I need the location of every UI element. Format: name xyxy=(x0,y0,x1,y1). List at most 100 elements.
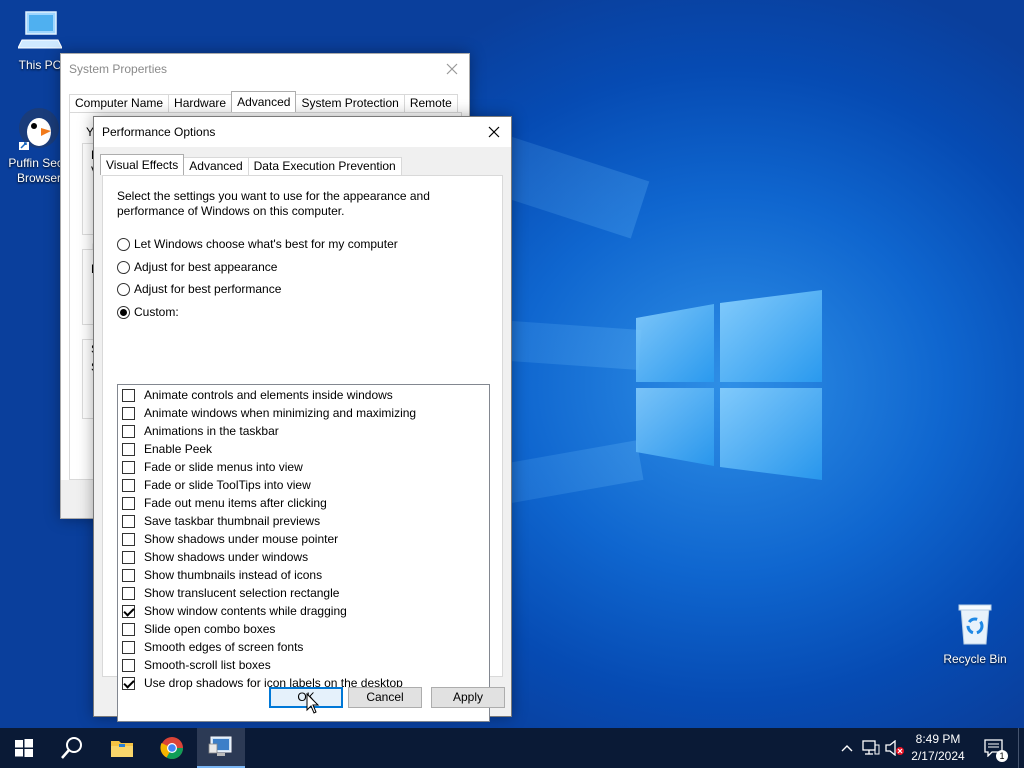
effects-list[interactable]: Animate controls and elements inside win… xyxy=(117,384,490,722)
tab-visual-effects[interactable]: Visual Effects xyxy=(100,154,185,175)
radio-button[interactable] xyxy=(117,282,130,296)
mouse-pointer-icon xyxy=(306,693,320,714)
show-desktop-button[interactable] xyxy=(1018,728,1024,768)
effect-label: Save taskbar thumbnail previews xyxy=(144,514,321,528)
cancel-button[interactable]: Cancel xyxy=(348,687,422,708)
tab-data-execution-prevention[interactable]: Data Execution Prevention xyxy=(247,157,402,175)
volume-button[interactable] xyxy=(884,728,906,768)
effect-label: Show shadows under mouse pointer xyxy=(144,532,339,546)
taskbar: 8:49 PM 2/17/2024 1 xyxy=(0,728,1024,768)
effect-label: Show window contents while dragging xyxy=(144,604,347,618)
action-center-button[interactable]: 1 xyxy=(980,728,1008,768)
effect-item[interactable]: Fade or slide menus into view xyxy=(122,458,303,476)
checkbox[interactable] xyxy=(122,442,135,456)
tab-advanced[interactable]: Advanced xyxy=(231,91,297,112)
radio-button[interactable] xyxy=(117,237,130,251)
radio-best-performance[interactable]: Adjust for best performance xyxy=(117,281,281,297)
title-bar[interactable]: System Properties xyxy=(61,54,469,84)
checkbox[interactable] xyxy=(122,586,135,600)
effect-label: Fade out menu items after clicking xyxy=(144,496,327,510)
clock[interactable]: 8:49 PM 2/17/2024 xyxy=(905,731,971,765)
effect-item[interactable]: Show shadows under mouse pointer xyxy=(122,530,338,548)
tab-advanced[interactable]: Advanced xyxy=(183,157,249,175)
recycle-bin-icon xyxy=(958,604,992,645)
effect-item[interactable]: Enable Peek xyxy=(122,440,212,458)
effect-label: Slide open combo boxes xyxy=(144,622,276,636)
visual-effects-panel: Select the settings you want to use for … xyxy=(102,175,503,722)
effect-label: Show shadows under windows xyxy=(144,550,309,564)
search-button[interactable] xyxy=(48,728,96,768)
effect-label: Smooth edges of screen fonts xyxy=(144,640,304,654)
performance-options-window[interactable]: Performance Options Visual Effects Advan… xyxy=(93,116,512,722)
radio-label: Let Windows choose what's best for my co… xyxy=(134,237,398,251)
radio-best-appearance[interactable]: Adjust for best appearance xyxy=(117,259,277,275)
clock-time: 8:49 PM xyxy=(915,732,961,746)
effect-item[interactable]: Fade or slide ToolTips into view xyxy=(122,476,311,494)
checkbox[interactable] xyxy=(122,622,135,636)
effect-item[interactable]: Animate controls and elements inside win… xyxy=(122,386,393,404)
checkbox[interactable] xyxy=(122,424,135,438)
checkbox[interactable] xyxy=(122,496,135,510)
radio-button[interactable] xyxy=(117,260,130,274)
close-button[interactable] xyxy=(477,117,511,147)
taskbar-chrome[interactable] xyxy=(148,728,196,768)
search-icon xyxy=(61,737,82,759)
effect-label: Fade or slide menus into view xyxy=(144,460,303,474)
checkbox[interactable] xyxy=(122,604,135,618)
effect-item[interactable]: Fade out menu items after clicking xyxy=(122,494,327,512)
puffin-browser-icon xyxy=(19,108,59,150)
start-button[interactable] xyxy=(0,728,48,768)
window-title: System Properties xyxy=(69,62,168,76)
apply-button[interactable]: Apply xyxy=(431,687,505,708)
effect-item[interactable]: Show shadows under windows xyxy=(122,548,308,566)
checkbox[interactable] xyxy=(122,658,135,672)
checkbox[interactable] xyxy=(122,568,135,582)
radio-label: Adjust for best appearance xyxy=(134,260,278,274)
chrome-icon xyxy=(160,737,183,759)
checkbox[interactable] xyxy=(122,460,135,474)
checkbox[interactable] xyxy=(122,550,135,564)
volume-muted-icon xyxy=(885,740,904,756)
checkbox[interactable] xyxy=(122,388,135,402)
tab-strip: Visual Effects Advanced Data Execution P… xyxy=(100,154,402,175)
tab-remote[interactable]: Remote xyxy=(403,94,458,112)
effect-item[interactable]: Show window contents while dragging xyxy=(122,602,347,620)
radio-label: Adjust for best performance xyxy=(134,282,282,296)
effect-item[interactable]: Animate windows when minimizing and maxi… xyxy=(122,404,416,422)
checkbox[interactable] xyxy=(122,532,135,546)
effect-item[interactable]: Show thumbnails instead of icons xyxy=(122,566,322,584)
effect-item[interactable]: Smooth edges of screen fonts xyxy=(122,638,303,656)
checkbox[interactable] xyxy=(122,676,135,690)
effect-label: Animations in the taskbar xyxy=(144,424,279,438)
tab-computer-name[interactable]: Computer Name xyxy=(69,94,170,112)
effect-label: Animate windows when minimizing and maxi… xyxy=(144,406,417,420)
checkbox[interactable] xyxy=(122,406,135,420)
desktop-background: This PC Puffin Secu Browser Recycle Bin … xyxy=(0,0,1024,728)
radio-button[interactable] xyxy=(117,305,130,319)
tab-hardware[interactable]: Hardware xyxy=(168,94,233,112)
checkbox[interactable] xyxy=(122,478,135,492)
chevron-up-icon xyxy=(841,745,853,752)
taskbar-system-properties[interactable] xyxy=(197,728,245,768)
effect-item[interactable]: Save taskbar thumbnail previews xyxy=(122,512,320,530)
radio-custom[interactable]: Custom: xyxy=(117,304,179,320)
effect-item[interactable]: Show translucent selection rectangle xyxy=(122,584,339,602)
checkbox[interactable] xyxy=(122,640,135,654)
title-bar[interactable]: Performance Options xyxy=(94,117,511,147)
desktop-icon-recycle-bin[interactable]: Recycle Bin xyxy=(935,602,1015,667)
effect-item[interactable]: Animations in the taskbar xyxy=(122,422,279,440)
effect-item[interactable]: Slide open combo boxes xyxy=(122,620,275,638)
show-hidden-icons-button[interactable] xyxy=(838,728,856,768)
checkbox[interactable] xyxy=(122,514,135,528)
window-title: Performance Options xyxy=(102,125,216,139)
close-button[interactable] xyxy=(435,54,469,84)
effect-item[interactable]: Smooth-scroll list boxes xyxy=(122,656,271,674)
radio-let-windows-choose[interactable]: Let Windows choose what's best for my co… xyxy=(117,236,398,252)
tab-system-protection[interactable]: System Protection xyxy=(295,94,405,112)
close-icon xyxy=(488,126,500,138)
network-button[interactable] xyxy=(860,728,882,768)
effect-label: Enable Peek xyxy=(144,442,213,456)
radio-label: Custom: xyxy=(134,305,179,319)
clock-date: 2/17/2024 xyxy=(911,749,965,763)
taskbar-file-explorer[interactable] xyxy=(98,728,146,768)
